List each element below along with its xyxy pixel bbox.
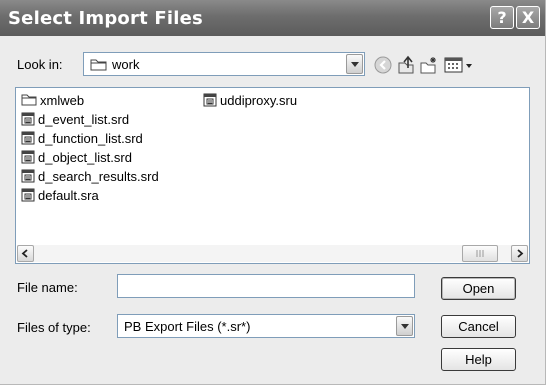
dialog-title: Select Import Files <box>8 8 203 29</box>
file-icon <box>21 169 36 186</box>
files-of-type-value: PB Export Files (*.sr*) <box>124 319 251 334</box>
file-icon <box>21 150 36 167</box>
list-item-file[interactable]: default.sra <box>21 188 99 205</box>
list-item-file[interactable]: d_search_results.srd <box>21 169 159 186</box>
folder-icon <box>90 57 108 75</box>
title-bar[interactable]: Select Import Files ? X <box>0 0 545 36</box>
open-button[interactable]: Open <box>441 277 516 300</box>
look-in-dropdown-arrow[interactable] <box>346 54 363 74</box>
list-item-file[interactable]: d_event_list.srd <box>21 112 129 129</box>
scroll-thumb[interactable] <box>462 245 498 262</box>
help-button[interactable]: Help <box>441 348 516 371</box>
close-title-button[interactable]: X <box>516 6 540 29</box>
file-icon <box>21 112 36 129</box>
look-in-dropdown[interactable]: work <box>83 52 365 76</box>
new-folder-icon[interactable] <box>418 54 440 76</box>
file-list[interactable]: xmlweb d_event_list.srd d_function_list.… <box>15 87 530 264</box>
file-icon <box>21 131 36 148</box>
up-folder-icon[interactable] <box>395 54 417 76</box>
select-import-files-dialog: Select Import Files ? X Look in: work xm… <box>0 0 546 385</box>
list-item-xmlweb[interactable]: xmlweb <box>21 93 84 110</box>
scroll-right-button[interactable] <box>511 245 528 262</box>
look-in-value: work <box>112 57 140 72</box>
back-icon[interactable] <box>372 54 394 76</box>
list-item-file[interactable]: d_object_list.srd <box>21 150 132 167</box>
horizontal-scrollbar[interactable] <box>17 245 528 262</box>
folder-icon <box>21 93 38 110</box>
list-item-file[interactable]: uddiproxy.sru <box>203 93 297 110</box>
look-in-label: Look in: <box>17 57 63 72</box>
view-menu-icon[interactable] <box>442 54 476 76</box>
files-of-type-dropdown-arrow[interactable] <box>396 316 413 336</box>
file-name-label: File name: <box>17 280 78 295</box>
list-item-file[interactable]: d_function_list.srd <box>21 131 143 148</box>
cancel-button[interactable]: Cancel <box>441 315 516 338</box>
file-icon <box>203 93 218 110</box>
file-icon <box>21 188 36 205</box>
file-name-input[interactable] <box>117 274 415 298</box>
files-of-type-label: Files of type: <box>17 320 91 335</box>
help-title-button[interactable]: ? <box>490 6 514 29</box>
scroll-left-button[interactable] <box>17 245 34 262</box>
files-of-type-dropdown[interactable]: PB Export Files (*.sr*) <box>117 314 415 338</box>
